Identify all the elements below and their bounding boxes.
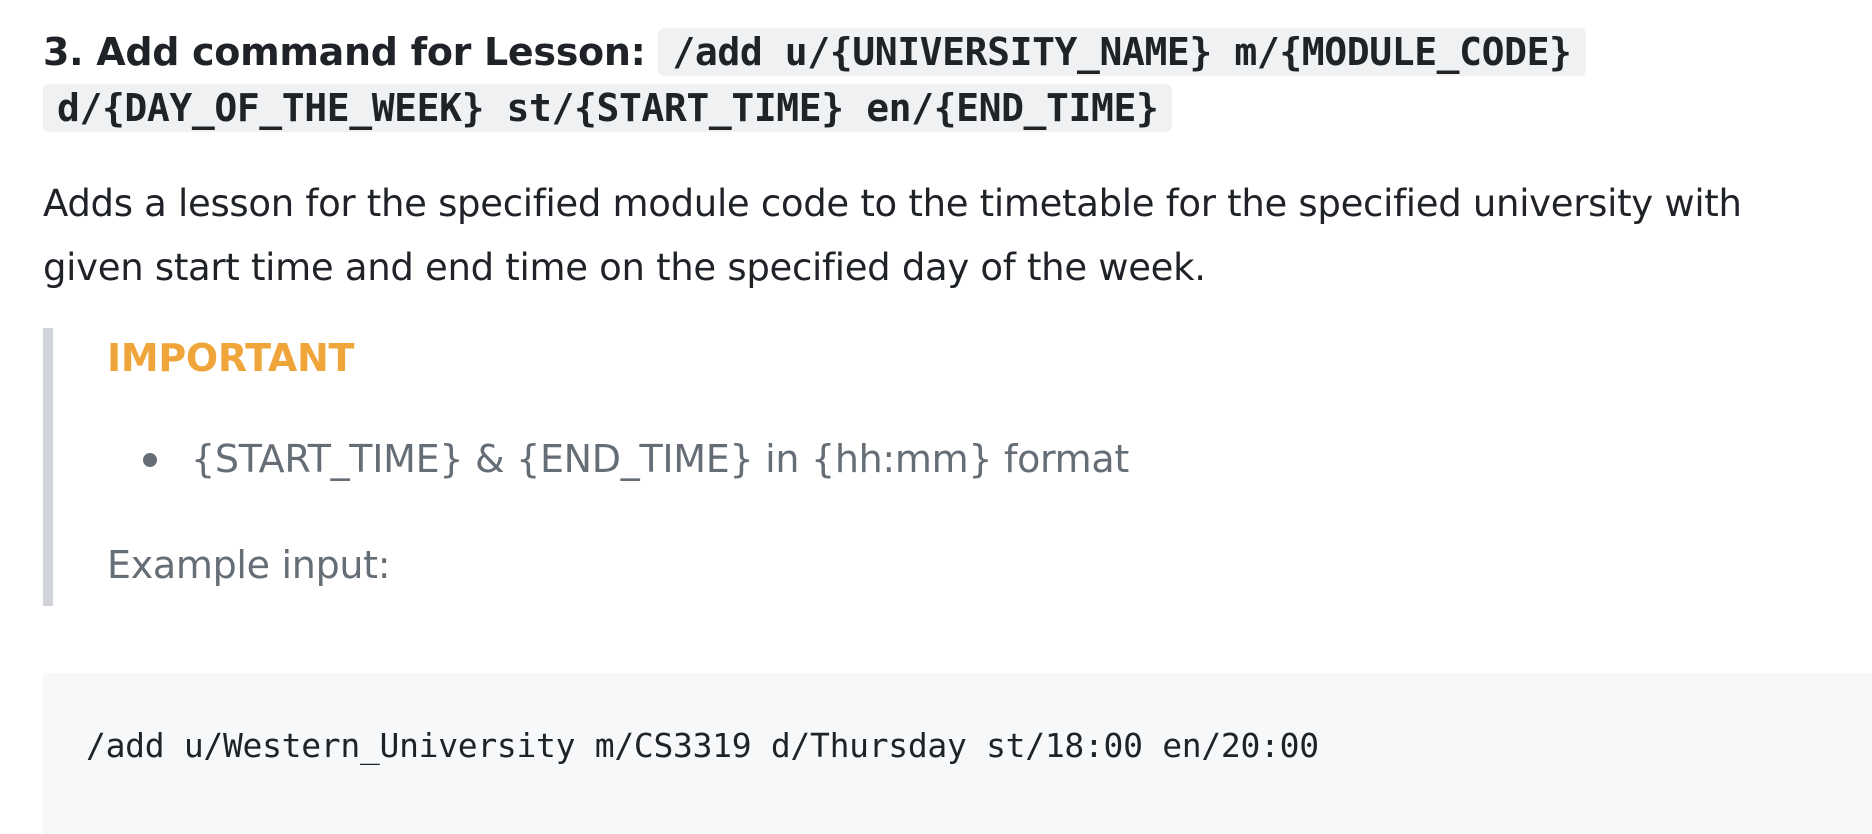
example-code-block[interactable]: /add u/Western_University m/CS3319 d/Thu…	[43, 673, 1872, 834]
note-list: {START_TIME} & {END_TIME} in {hh:mm} for…	[107, 434, 1129, 484]
bullet-icon	[143, 453, 157, 467]
heading-code-line-1: /add u/{UNIVERSITY_NAME} m/{MODULE_CODE}	[672, 30, 1572, 74]
note-title: IMPORTANT	[107, 336, 355, 380]
section-description: Adds a lesson for the specified module c…	[43, 182, 1742, 289]
important-note-block: IMPORTANT {START_TIME} & {END_TIME} in {…	[43, 328, 1872, 606]
markdown-content: 3. Add command for Lesson: /add u/{UNIVE…	[43, 0, 1872, 606]
example-code[interactable]: /add u/Western_University m/CS3319 d/Thu…	[86, 721, 1319, 771]
heading-code-line-2: d/{DAY_OF_THE_WEEK} st/{START_TIME} en/{…	[57, 86, 1159, 130]
section-heading: 3. Add command for Lesson: /add u/{UNIVE…	[43, 0, 1872, 136]
heading-prefix: 3. Add command for Lesson:	[43, 30, 646, 74]
note-item-text: {START_TIME} & {END_TIME} in {hh:mm} for…	[191, 437, 1129, 481]
list-item: {START_TIME} & {END_TIME} in {hh:mm} for…	[107, 434, 1129, 484]
example-label: Example input:	[107, 543, 391, 587]
